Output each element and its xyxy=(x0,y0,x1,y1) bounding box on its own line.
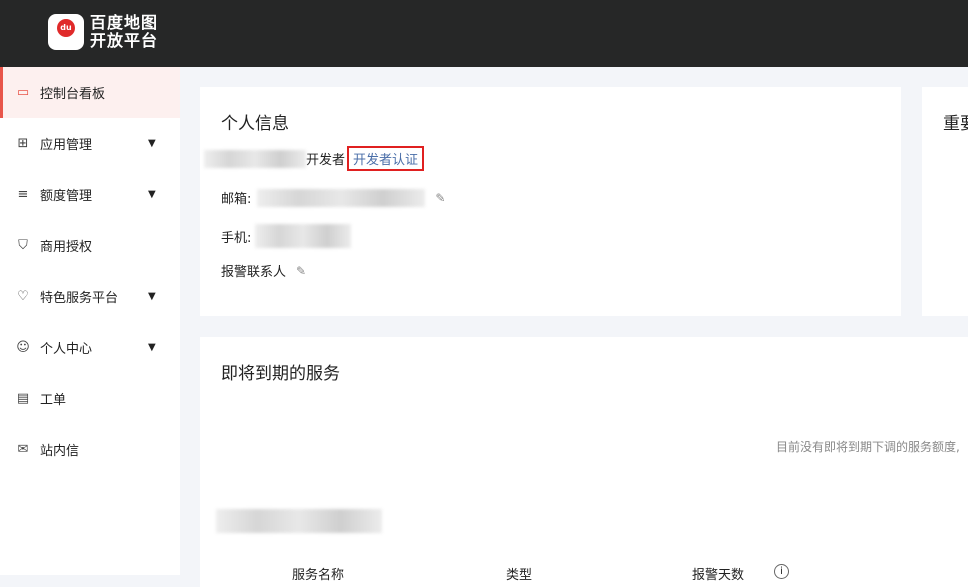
brand-line2: 开放平台 xyxy=(90,31,159,50)
sidebar-item-personal[interactable]: ☺ 个人中心 ▼ xyxy=(0,322,180,373)
caret-down-icon: ▼ xyxy=(148,138,156,149)
sidebar-item-license[interactable]: ⛉ 商用授权 xyxy=(0,220,180,271)
developer-type: 开发者 xyxy=(306,153,346,168)
sidebar: ▭ 控制台看板 ⊞ 应用管理 ▼ ≡ 额度管理 ▼ ⛉ 商用授权 ♡ 特色服务平台 ▼ ☺ 个人中… xyxy=(0,67,180,575)
clipboard-icon: ▤ xyxy=(16,391,30,406)
empty-message: 目前没有即将到期下调的服务额度, xyxy=(776,440,960,454)
email-redacted xyxy=(257,188,426,207)
edit-email-icon[interactable]: ✎ xyxy=(435,191,445,205)
column-header-alert-days: 报警天数 xyxy=(692,568,745,583)
profile-title: 个人信息 xyxy=(221,114,289,134)
expiring-title: 即将到期的服务 xyxy=(221,364,340,384)
grid-icon: ⊞ xyxy=(17,136,29,151)
top-bar: du 百度地图 开放平台 xyxy=(0,0,968,67)
redacted-heading xyxy=(216,509,382,533)
caret-down-icon: ▼ xyxy=(148,189,156,200)
user-icon: ☺ xyxy=(16,340,30,355)
username-redacted xyxy=(204,149,306,168)
caret-down-icon: ▼ xyxy=(148,291,156,302)
edit-alert-contact-icon[interactable]: ✎ xyxy=(296,264,306,278)
profile-card: 个人信息 开发者 开发者认证 邮箱: ✎ 手机: 报警联系人 ✎ xyxy=(200,87,901,316)
important-card: 重要 xyxy=(922,87,968,316)
important-title: 重要 xyxy=(943,114,968,134)
sidebar-item-special[interactable]: ♡ 特色服务平台 ▼ xyxy=(0,271,180,322)
caret-down-icon: ▼ xyxy=(148,342,156,353)
phone-redacted xyxy=(255,224,352,248)
baidu-map-logo-icon: du xyxy=(48,14,84,50)
info-icon[interactable]: i xyxy=(774,564,789,579)
developer-verify-link[interactable]: 开发者认证 xyxy=(347,146,425,171)
column-header-service-name: 服务名称 xyxy=(292,568,345,583)
sidebar-item-ticket[interactable]: ▤ 工单 xyxy=(0,373,180,424)
brand-line1: 百度地图 xyxy=(90,13,159,32)
shield-icon: ⛉ xyxy=(18,238,28,253)
expiring-services-card: 即将到期的服务 目前没有即将到期下调的服务额度, 服务名称 类型 报警天数 i xyxy=(200,337,968,587)
sliders-icon: ≡ xyxy=(17,187,29,202)
mail-icon: ✉ xyxy=(17,442,29,457)
sidebar-item-quota[interactable]: ≡ 额度管理 ▼ xyxy=(0,169,180,220)
logo[interactable]: du 百度地图 开放平台 xyxy=(48,14,158,50)
sidebar-item-messages[interactable]: ✉ 站内信 xyxy=(0,424,180,475)
email-label: 邮箱: xyxy=(221,192,252,207)
heart-icon: ♡ xyxy=(17,289,29,304)
id-card-icon: ▭ xyxy=(16,85,30,100)
sidebar-item-dashboard[interactable]: ▭ 控制台看板 xyxy=(0,67,180,118)
column-header-type: 类型 xyxy=(506,568,533,583)
alert-contact-label: 报警联系人 xyxy=(221,265,287,280)
sidebar-item-apps[interactable]: ⊞ 应用管理 ▼ xyxy=(0,118,180,169)
phone-label: 手机: xyxy=(221,230,252,246)
